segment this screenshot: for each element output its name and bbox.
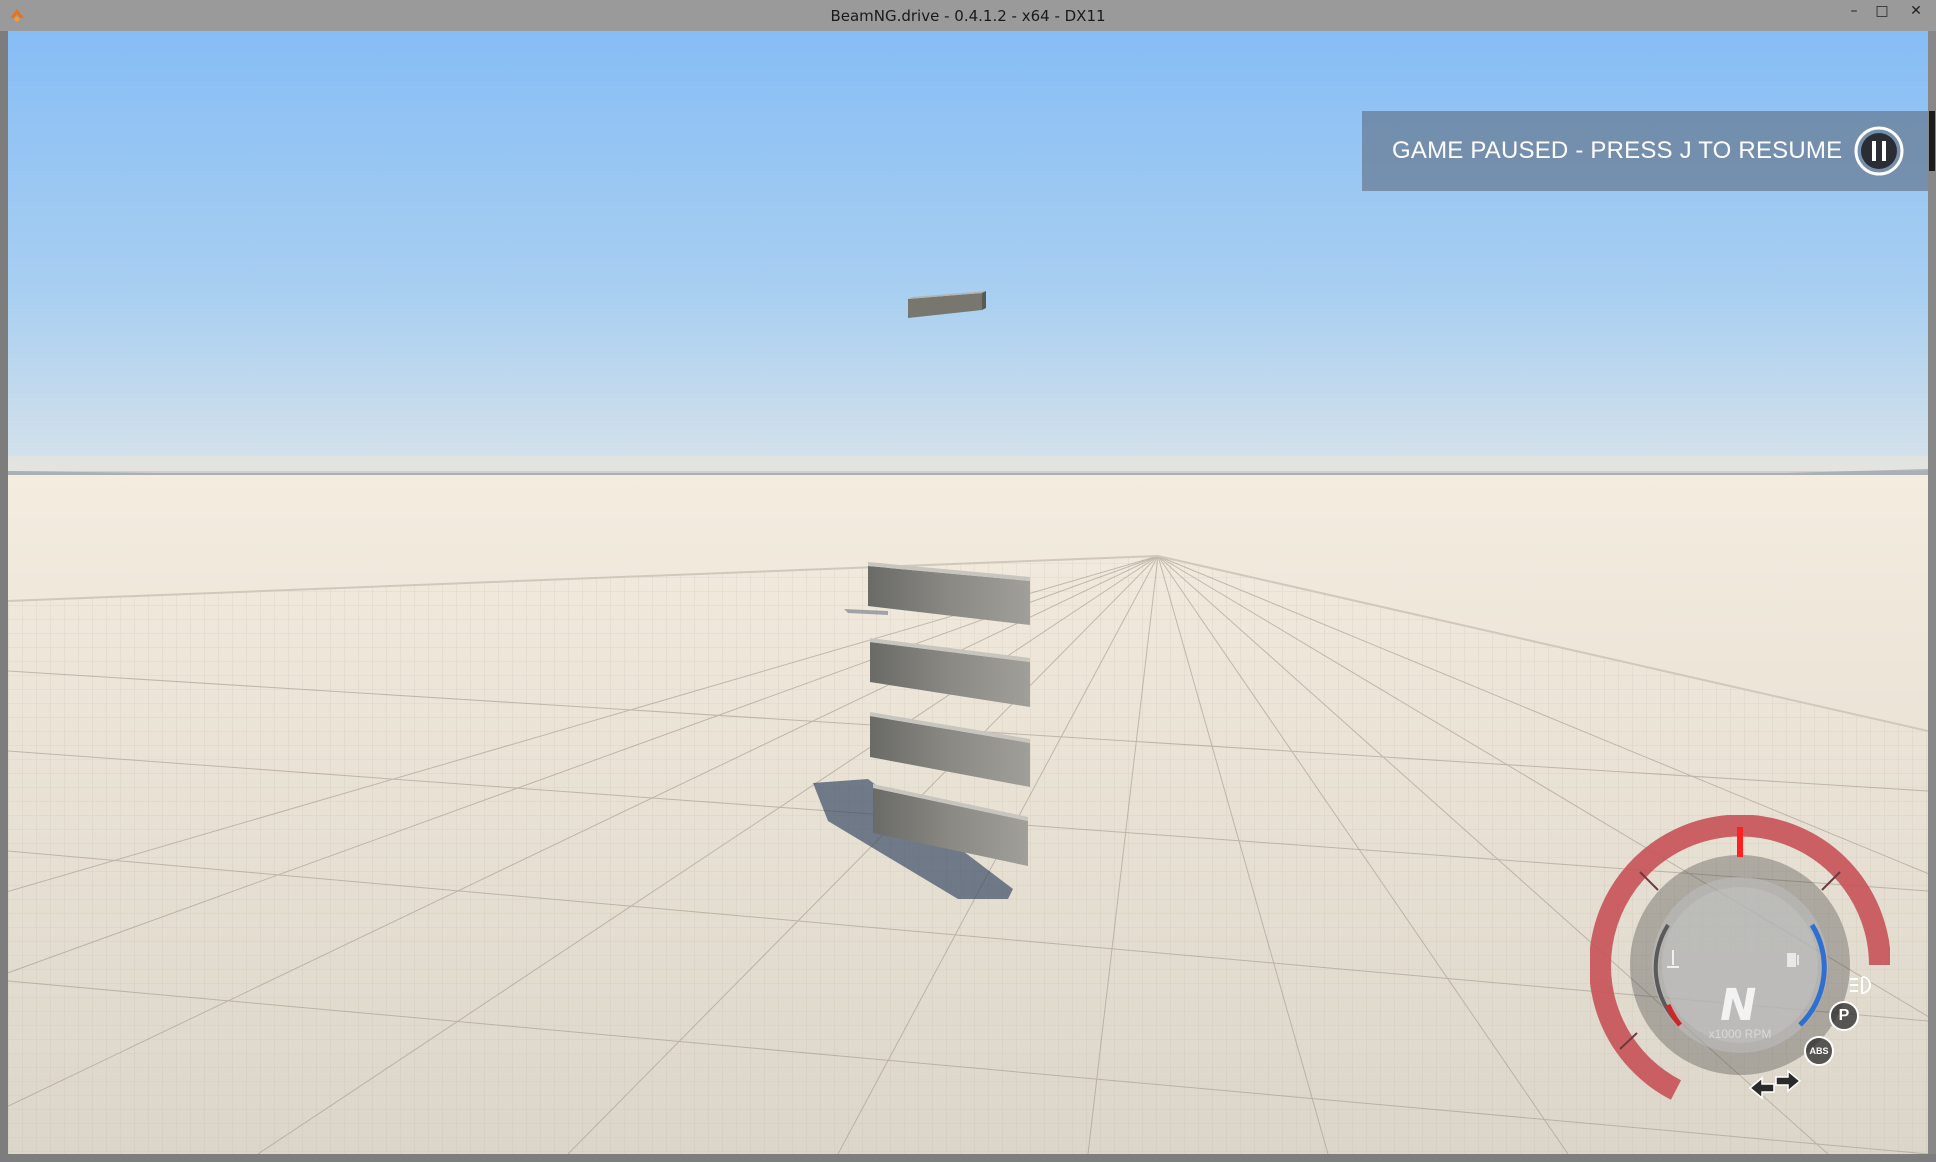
pause-message: GAME PAUSED - PRESS J TO RESUME (1392, 137, 1843, 164)
abs-indicator: ABS (1804, 1036, 1834, 1066)
close-button[interactable]: ✕ (1896, 0, 1936, 22)
minimize-button[interactable]: – (1840, 0, 1868, 22)
scrollbar[interactable] (1928, 31, 1936, 1154)
vehicle-dashboard: N x1000 RPM P ABS (1590, 815, 1890, 1115)
title-bar[interactable]: BeamNG.drive - 0.4.1.2 - x64 - DX11 – □ … (0, 0, 1936, 31)
window-controls: – □ ✕ (1840, 0, 1936, 24)
rpm-label: x1000 RPM (1708, 1027, 1772, 1041)
headlight-icon (1850, 976, 1871, 995)
right-arrow-icon (1775, 1069, 1802, 1093)
scrollbar-thumb[interactable] (1929, 111, 1935, 171)
rpm-gauge (1590, 815, 1890, 1100)
parking-brake-indicator: P (1829, 1001, 1859, 1031)
left-arrow-icon (1748, 1076, 1775, 1100)
window-title: BeamNG.drive - 0.4.1.2 - x64 - DX11 (830, 7, 1106, 25)
maximize-button[interactable]: □ (1868, 0, 1896, 22)
pause-banner: GAME PAUSED - PRESS J TO RESUME (1362, 111, 1928, 191)
fuel-pump-icon (1787, 953, 1799, 967)
pause-icon[interactable] (1854, 126, 1904, 176)
game-window: BeamNG.drive - 0.4.1.2 - x64 - DX11 – □ … (0, 0, 1936, 1162)
